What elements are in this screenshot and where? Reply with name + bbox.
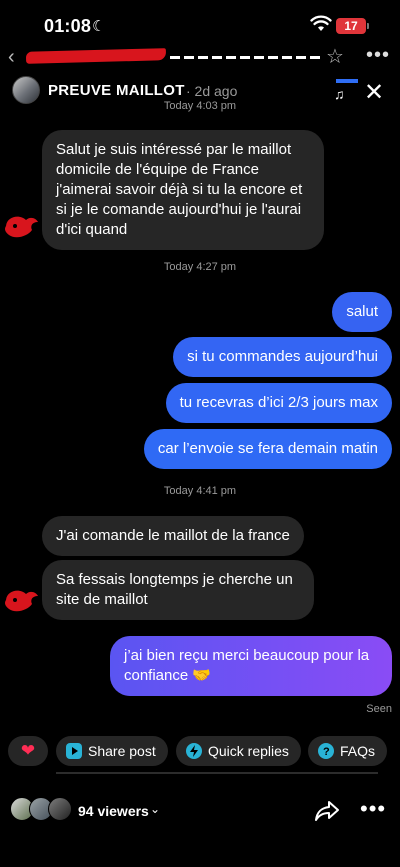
quick-replies-label: Quick replies	[208, 743, 289, 759]
sender-avatar	[5, 216, 38, 238]
more-icon[interactable]: •••	[366, 44, 390, 67]
outgoing-message[interactable]: car l’envoie se fera demain matin	[143, 429, 392, 469]
incoming-message[interactable]: J'ai comande le maillot de la france	[42, 516, 304, 556]
message-input[interactable]	[56, 772, 378, 774]
outgoing-message[interactable]: salut	[332, 292, 392, 332]
story-progress-row: ‹ ☆ •••	[0, 44, 400, 68]
share-post-icon	[66, 743, 82, 759]
wifi-icon	[310, 15, 332, 31]
post-title: PREUVE MAILLOT	[48, 82, 185, 99]
sender-avatar	[5, 590, 38, 612]
svg-text:?: ?	[323, 746, 330, 758]
share-post-button[interactable]: Share post	[56, 736, 168, 766]
outgoing-message[interactable]: si tu commandes aujourd’hui	[173, 337, 392, 377]
quick-replies-button[interactable]: Quick replies	[176, 736, 301, 766]
more-icon[interactable]: •••	[360, 796, 386, 822]
timestamp: Today 4:27 pm	[163, 261, 237, 273]
heart-button[interactable]: ❤	[8, 736, 48, 766]
incoming-message[interactable]: Salut je suis intéressé par le maillot d…	[42, 130, 324, 250]
incoming-message[interactable]: Sa fessais longtemps je cherche un site …	[42, 560, 314, 620]
status-bar: 01:08 ☾ 17	[0, 0, 400, 44]
footer: 94 viewers ⌄ •••	[0, 796, 400, 826]
timestamp: Today 4:41 pm	[163, 485, 237, 497]
progress-track	[170, 56, 320, 59]
outgoing-message[interactable]: j’ai bien reçu merci beaucoup pour la co…	[110, 636, 392, 696]
post-age: · 2d ago	[186, 83, 238, 99]
chevron-down-icon[interactable]: ⌄	[150, 802, 160, 816]
blue-strip	[336, 79, 358, 83]
timestamp: Today 4:03 pm	[163, 100, 237, 112]
back-icon[interactable]: ‹	[8, 46, 15, 69]
viewer-avatar	[48, 797, 72, 821]
heart-icon: ❤	[20, 741, 36, 760]
share-icon[interactable]	[314, 800, 340, 822]
battery-tip	[367, 23, 369, 29]
share-post-label: Share post	[88, 743, 156, 759]
viewers-count[interactable]: 94 viewers	[78, 803, 149, 819]
clock: 01:08	[44, 16, 92, 36]
faqs-label: FAQs	[340, 743, 376, 759]
redaction-scribble	[25, 48, 167, 64]
star-icon[interactable]: ☆	[326, 44, 344, 69]
faqs-button[interactable]: ? FAQs	[308, 736, 388, 766]
seen-indicator: Seen	[366, 703, 392, 715]
faqs-icon: ?	[318, 743, 334, 759]
quick-actions: ❤ Share post Quick replies ? FAQs	[0, 736, 400, 766]
quick-replies-icon	[186, 743, 202, 759]
battery-icon: 17	[336, 18, 366, 34]
moon-icon: ☾	[92, 18, 106, 35]
outgoing-message[interactable]: tu recevras d’ici 2/3 jours max	[165, 383, 392, 423]
